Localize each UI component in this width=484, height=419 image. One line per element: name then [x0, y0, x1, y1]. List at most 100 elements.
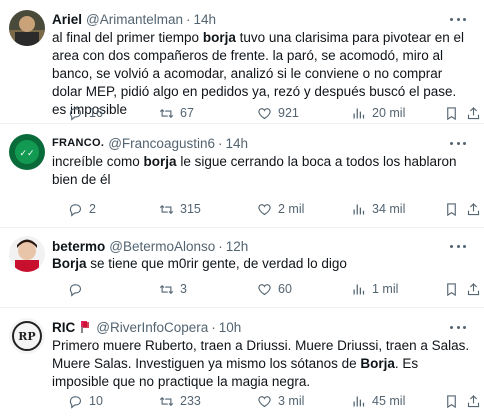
bookmark-button[interactable] [444, 281, 465, 297]
username[interactable]: @Arimantelman [86, 12, 183, 27]
bookmark-button[interactable] [444, 393, 465, 409]
display-name[interactable]: betermo [52, 239, 105, 254]
views-count: 20 mil [372, 106, 406, 120]
share-button[interactable] [466, 281, 484, 297]
share-icon [467, 394, 480, 407]
retweet-icon [159, 396, 174, 406]
retweet-count: 3 [180, 282, 187, 296]
separator-dot: · [211, 319, 216, 335]
timestamp[interactable]: 14h [225, 136, 248, 151]
like-icon [258, 203, 271, 215]
tweet-header: Ariel @Arimantelman · 14h [52, 11, 216, 27]
like-icon [258, 107, 271, 119]
more-icon[interactable] [450, 240, 466, 252]
reply-icon [69, 283, 82, 297]
timestamp[interactable]: 10h [219, 320, 242, 335]
share-icon [467, 282, 480, 295]
reply-count: 2 [89, 202, 96, 216]
views-count: 34 mil [372, 202, 406, 216]
retweet-icon [159, 284, 174, 294]
bookmark-icon [447, 282, 456, 296]
bookmark-button[interactable] [444, 201, 465, 217]
reply-button[interactable]: 10 [68, 393, 103, 409]
tweet-actions: 16 67 921 20 mil [52, 105, 484, 121]
reply-icon [69, 107, 82, 121]
retweet-count: 233 [180, 394, 201, 408]
retweet-button[interactable]: 233 [159, 393, 201, 409]
views-button[interactable]: 34 mil [351, 201, 405, 217]
share-button[interactable] [466, 105, 484, 121]
reply-button[interactable] [68, 281, 89, 297]
bookmark-icon [447, 394, 456, 408]
bookmark-icon [447, 106, 456, 120]
views-count: 45 mil [372, 394, 406, 408]
tweet-text: Primero muere Ruberto, traen a Driussi. … [52, 338, 470, 389]
like-count: 60 [278, 282, 292, 296]
more-icon[interactable] [450, 13, 466, 25]
tweet-ariel[interactable]: Ariel @Arimantelman · 14h al final del p… [0, 0, 484, 124]
display-name[interactable]: Ariel [52, 12, 82, 27]
tweet-text: Borja se tiene que m0rir gente, de verda… [52, 256, 347, 271]
separator-dot: · [218, 238, 223, 254]
like-button[interactable]: 921 [257, 105, 299, 121]
display-name[interactable]: RIC [52, 320, 75, 335]
share-icon [467, 106, 480, 119]
avatar[interactable]: ✓✓ [9, 134, 45, 170]
tweet-header: betermo @BetermoAlonso · 12h [52, 238, 248, 254]
retweet-icon [159, 204, 174, 214]
like-icon [258, 395, 271, 407]
svg-text:✓✓: ✓✓ [19, 149, 34, 159]
tweet-actions: 10 233 3 mil 45 mil [52, 393, 484, 409]
reply-count: 16 [89, 106, 103, 120]
retweet-count: 315 [180, 202, 201, 216]
tweet-feed: Ariel @Arimantelman · 14h al final del p… [0, 0, 484, 419]
tweet-franco[interactable]: ✓✓ FRANCO. @Francoagustin6 · 14h increíb… [0, 124, 484, 228]
separator-dot: · [217, 135, 223, 151]
separator-dot: · [186, 11, 191, 27]
avatar[interactable]: RP [9, 318, 45, 354]
bookmark-button[interactable] [444, 105, 465, 121]
display-name[interactable]: FRANCO. [52, 137, 104, 149]
avatar[interactable] [9, 10, 45, 46]
bookmark-icon [447, 202, 456, 216]
svg-text:RP: RP [18, 330, 35, 343]
views-button[interactable]: 1 mil [351, 281, 398, 297]
username[interactable]: @Francoagustin6 [108, 136, 215, 151]
views-count: 1 mil [372, 282, 399, 296]
share-button[interactable] [466, 393, 484, 409]
tweet-actions: 3 60 1 mil [52, 281, 484, 297]
views-icon [353, 204, 365, 214]
retweet-button[interactable]: 315 [159, 201, 201, 217]
more-icon[interactable] [450, 137, 466, 149]
like-button[interactable]: 3 mil [257, 393, 304, 409]
more-icon[interactable] [450, 321, 466, 333]
views-icon [353, 396, 365, 406]
tweet-actions: 2 315 2 mil 34 mil [52, 201, 484, 217]
timestamp[interactable]: 14h [194, 12, 217, 27]
reply-icon [69, 203, 82, 217]
reply-icon [69, 395, 82, 409]
reply-button[interactable]: 2 [68, 201, 96, 217]
retweet-button[interactable]: 3 [159, 281, 187, 297]
username[interactable]: @RiverInfoCopera [96, 320, 208, 335]
tweet-ric[interactable]: RP RIC @RiverInfoCopera · 10h Primero mu… [0, 308, 484, 419]
share-icon [467, 202, 480, 215]
like-button[interactable]: 2 mil [257, 201, 304, 217]
like-count: 3 mil [278, 394, 305, 408]
reply-count: 10 [89, 394, 103, 408]
views-button[interactable]: 45 mil [351, 393, 405, 409]
tweet-betermo[interactable]: betermo @BetermoAlonso · 12h Borja se ti… [0, 228, 484, 308]
views-button[interactable]: 20 mil [351, 105, 405, 121]
avatar[interactable] [9, 236, 45, 272]
username[interactable]: @BetermoAlonso [109, 239, 215, 254]
like-count: 921 [278, 106, 299, 120]
reply-button[interactable]: 16 [68, 105, 103, 121]
tweet-header: FRANCO. @Francoagustin6 · 14h [52, 135, 248, 151]
share-button[interactable] [466, 201, 484, 217]
retweet-button[interactable]: 67 [159, 105, 194, 121]
retweet-icon [159, 108, 174, 118]
timestamp[interactable]: 12h [226, 239, 249, 254]
views-icon [353, 284, 365, 294]
retweet-count: 67 [180, 106, 194, 120]
like-button[interactable]: 60 [257, 281, 292, 297]
